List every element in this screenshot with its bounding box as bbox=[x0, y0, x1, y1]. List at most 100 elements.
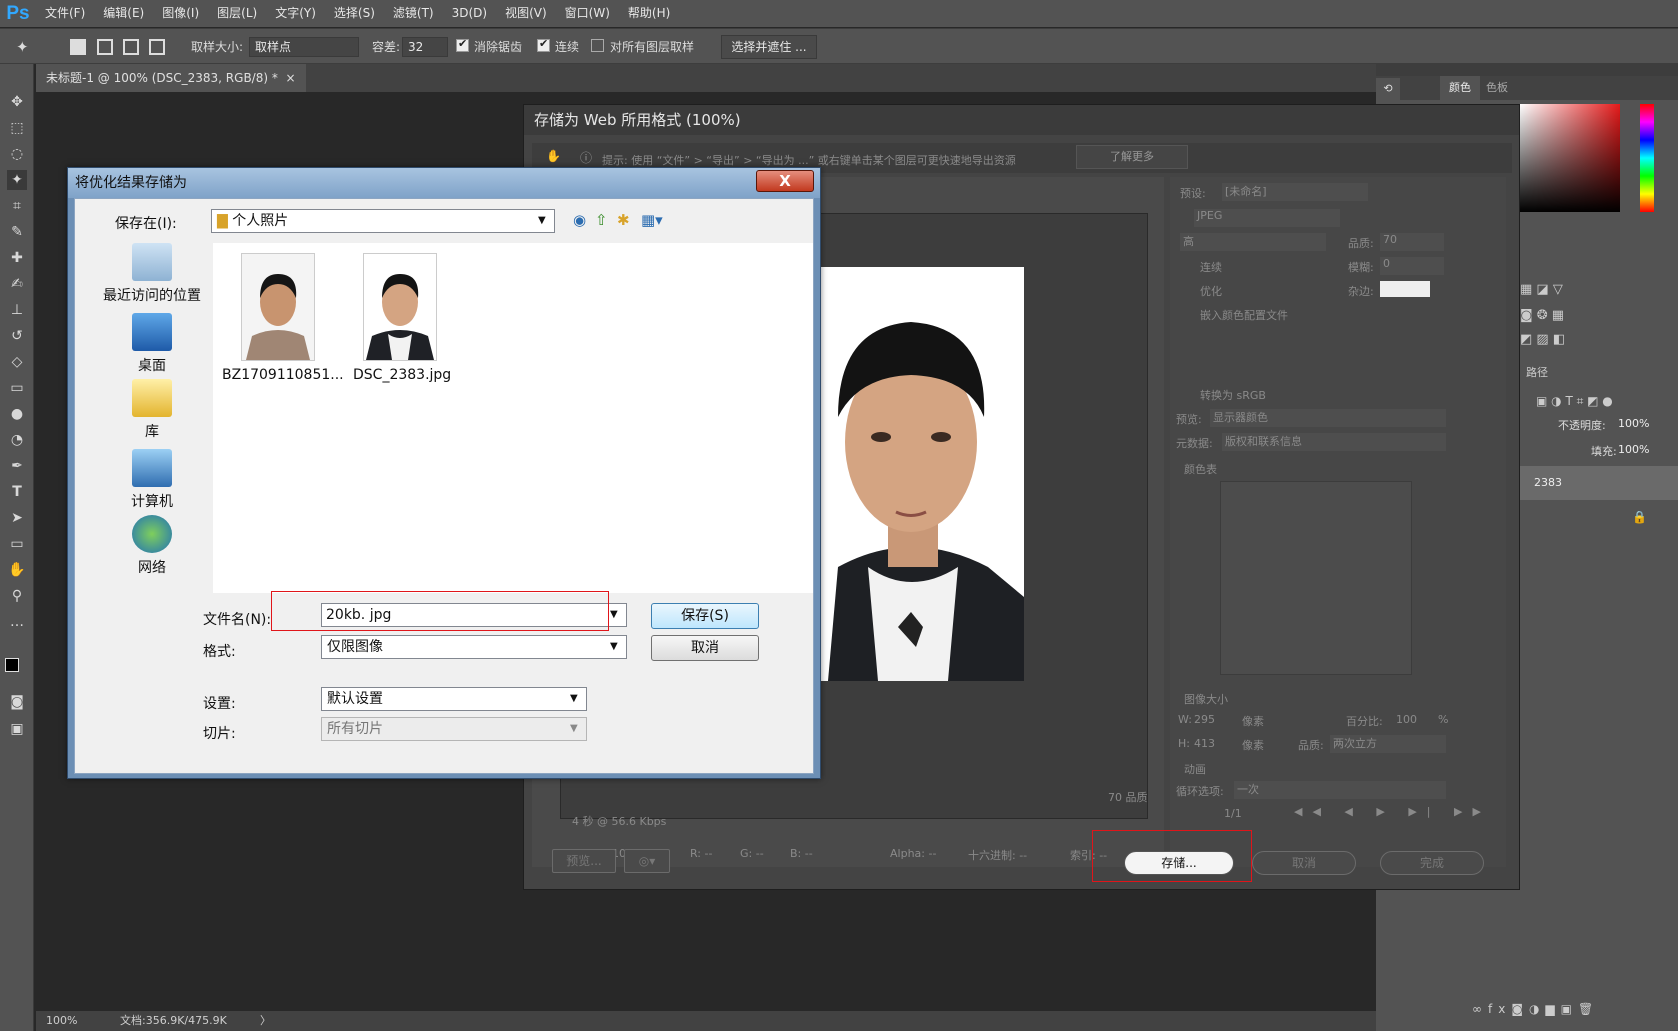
menu-type[interactable]: 文字(Y) bbox=[266, 0, 325, 27]
loop-select[interactable]: 一次 bbox=[1234, 781, 1446, 799]
progressive-label[interactable]: 连续 bbox=[1200, 259, 1222, 275]
animation-controls[interactable]: ◀◀ ◀ ▶ ▶| ▶▶ bbox=[1294, 805, 1491, 818]
zoom-status[interactable]: 100% bbox=[46, 1011, 77, 1031]
blur-input[interactable]: 0 bbox=[1380, 257, 1444, 275]
antialias-checkbox[interactable] bbox=[456, 37, 469, 52]
quick-mask-icon[interactable]: ◙ bbox=[7, 692, 27, 712]
cancel-button[interactable]: 取消 bbox=[1252, 851, 1356, 875]
marquee-tool-icon[interactable]: ⬚ bbox=[7, 118, 27, 138]
path-select-icon[interactable]: ➤ bbox=[7, 508, 27, 528]
screen-mode-icon[interactable]: ▣ bbox=[7, 719, 27, 739]
percent-input[interactable]: 100 bbox=[1396, 713, 1417, 726]
file-thumbnail[interactable] bbox=[241, 253, 315, 361]
shape-tool-icon[interactable]: ▭ bbox=[7, 534, 27, 554]
format-select[interactable]: JPEG bbox=[1194, 209, 1340, 227]
intersect-selection-icon[interactable] bbox=[149, 39, 165, 55]
quality-level-select[interactable]: 高 bbox=[1180, 233, 1326, 251]
convert-srgb-label[interactable]: 转换为 sRGB bbox=[1200, 387, 1266, 403]
metadata-select[interactable]: 版权和联系信息 bbox=[1222, 433, 1446, 451]
place-computer[interactable]: 计算机 bbox=[89, 449, 215, 511]
layer-row[interactable]: 2383 bbox=[1516, 466, 1678, 500]
close-icon[interactable]: X bbox=[756, 170, 814, 192]
more-tools-icon[interactable]: … bbox=[7, 612, 27, 632]
menu-select[interactable]: 选择(S) bbox=[325, 0, 384, 27]
document-tab[interactable]: 未标题-1 @ 100% (DSC_2383, RGB/8) * × bbox=[36, 64, 306, 92]
lasso-tool-icon[interactable]: ◌ bbox=[7, 144, 27, 164]
settings-select[interactable]: 默认设置 ▼ bbox=[321, 687, 587, 711]
height-input[interactable]: 413 bbox=[1194, 737, 1215, 750]
save-in-select[interactable]: ▇ 个人照片 ▼ bbox=[211, 209, 555, 233]
tolerance-input[interactable]: 32 bbox=[402, 37, 448, 57]
place-library[interactable]: 库 bbox=[89, 379, 215, 441]
adjustment-icons[interactable]: ▦ ◪ ▽ bbox=[1520, 282, 1610, 302]
select-and-mask-button[interactable]: 选择并遮住 ... bbox=[721, 35, 817, 59]
color-picker-field[interactable] bbox=[1520, 104, 1620, 212]
cancel-button[interactable]: 取消 bbox=[651, 635, 759, 661]
contiguous-checkbox[interactable] bbox=[537, 37, 550, 52]
fill-value[interactable]: 100% bbox=[1618, 443, 1649, 456]
new-folder-icon[interactable]: ✱ bbox=[617, 211, 630, 229]
hue-slider[interactable] bbox=[1640, 104, 1654, 212]
sample-all-checkbox[interactable] bbox=[591, 39, 604, 52]
close-tab-icon[interactable]: × bbox=[286, 71, 296, 85]
optimized-label[interactable]: 优化 bbox=[1200, 283, 1222, 299]
dodge-tool-icon[interactable]: ◔ bbox=[7, 430, 27, 450]
eraser-tool-icon[interactable]: ◇ bbox=[7, 352, 27, 372]
menu-3d[interactable]: 3D(D) bbox=[443, 0, 496, 27]
pen-tool-icon[interactable]: ✒ bbox=[7, 456, 27, 476]
opacity-value[interactable]: 100% bbox=[1618, 417, 1649, 430]
menu-help[interactable]: 帮助(H) bbox=[619, 0, 679, 27]
place-desktop[interactable]: 桌面 bbox=[89, 313, 215, 375]
menu-file[interactable]: 文件(F) bbox=[36, 0, 94, 27]
sample-size-select[interactable]: 取样点 bbox=[249, 37, 359, 57]
hand-tool-icon[interactable]: ✋ bbox=[7, 560, 27, 580]
move-tool-icon[interactable]: ✥ bbox=[7, 92, 27, 112]
menu-edit[interactable]: 编辑(E) bbox=[94, 0, 153, 27]
format-select[interactable]: 仅限图像 ▼ bbox=[321, 635, 627, 659]
history-panel-icon[interactable]: ⟲ bbox=[1376, 78, 1400, 100]
type-tool-icon[interactable]: T bbox=[7, 482, 27, 502]
layer-tools-icons[interactable]: ▣ ◑ T ⌗ ◩ ● bbox=[1536, 394, 1613, 409]
layer-footer-icons[interactable]: ∞fx◙◑▆▣🗑 bbox=[1472, 1002, 1599, 1016]
save-button[interactable]: 保存(S) bbox=[651, 603, 759, 629]
foreground-color-swatch[interactable] bbox=[5, 658, 19, 672]
magic-wand-icon[interactable]: ✦ bbox=[16, 38, 29, 56]
file-thumbnail[interactable] bbox=[363, 253, 437, 361]
preview-button[interactable]: 预览... bbox=[552, 849, 616, 873]
resample-select[interactable]: 两次立方 bbox=[1330, 735, 1446, 753]
eyedropper-tool-icon[interactable]: ✎ bbox=[7, 222, 27, 242]
preview-select[interactable]: 显示器颜色 bbox=[1210, 409, 1446, 427]
view-menu-icon[interactable]: ▦▾ bbox=[641, 211, 663, 229]
done-button[interactable]: 完成 bbox=[1380, 851, 1484, 875]
matte-swatch[interactable] bbox=[1380, 281, 1430, 297]
up-folder-icon[interactable]: ⇧ bbox=[595, 211, 608, 229]
tab-paths[interactable]: 路径 bbox=[1526, 364, 1548, 380]
blur-tool-icon[interactable]: ● bbox=[7, 404, 27, 424]
subtract-selection-icon[interactable] bbox=[123, 39, 139, 55]
menu-view[interactable]: 视图(V) bbox=[496, 0, 556, 27]
menu-window[interactable]: 窗口(W) bbox=[556, 0, 619, 27]
place-recent[interactable]: 最近访问的位置 bbox=[89, 243, 215, 305]
gradient-tool-icon[interactable]: ▭ bbox=[7, 378, 27, 398]
zoom-tool-icon[interactable]: ⚲ bbox=[7, 586, 27, 606]
place-network[interactable]: 网络 bbox=[89, 515, 215, 577]
slices-select[interactable]: 所有切片 ▼ bbox=[321, 717, 587, 741]
chevron-down-icon[interactable]: ▼ bbox=[610, 604, 622, 626]
tab-swatches[interactable]: 色板 bbox=[1486, 76, 1508, 100]
history-brush-icon[interactable]: ↺ bbox=[7, 326, 27, 346]
magic-wand-tool-icon[interactable]: ✦ bbox=[7, 170, 27, 190]
adjustment-icons-row3[interactable]: ◩ ▨ ◧ bbox=[1520, 332, 1610, 352]
back-icon[interactable]: ◉ bbox=[573, 211, 586, 229]
adjustment-icons-row2[interactable]: ◙ ❂ ▦ bbox=[1520, 308, 1610, 328]
menu-image[interactable]: 图像(I) bbox=[153, 0, 208, 27]
preset-select[interactable]: [未命名] bbox=[1222, 183, 1368, 201]
stamp-tool-icon[interactable]: ⊥ bbox=[7, 300, 27, 320]
status-menu-arrow[interactable]: 〉 bbox=[260, 1011, 271, 1031]
healing-tool-icon[interactable]: ✚ bbox=[7, 248, 27, 268]
tab-color[interactable]: 颜色 bbox=[1440, 76, 1480, 100]
file-name[interactable]: BZ1709110851... bbox=[222, 367, 344, 383]
browser-preview-button[interactable]: ◎▾ bbox=[624, 849, 670, 873]
add-selection-icon[interactable] bbox=[97, 39, 113, 55]
menu-layer[interactable]: 图层(L) bbox=[208, 0, 266, 27]
menu-filter[interactable]: 滤镜(T) bbox=[384, 0, 443, 27]
